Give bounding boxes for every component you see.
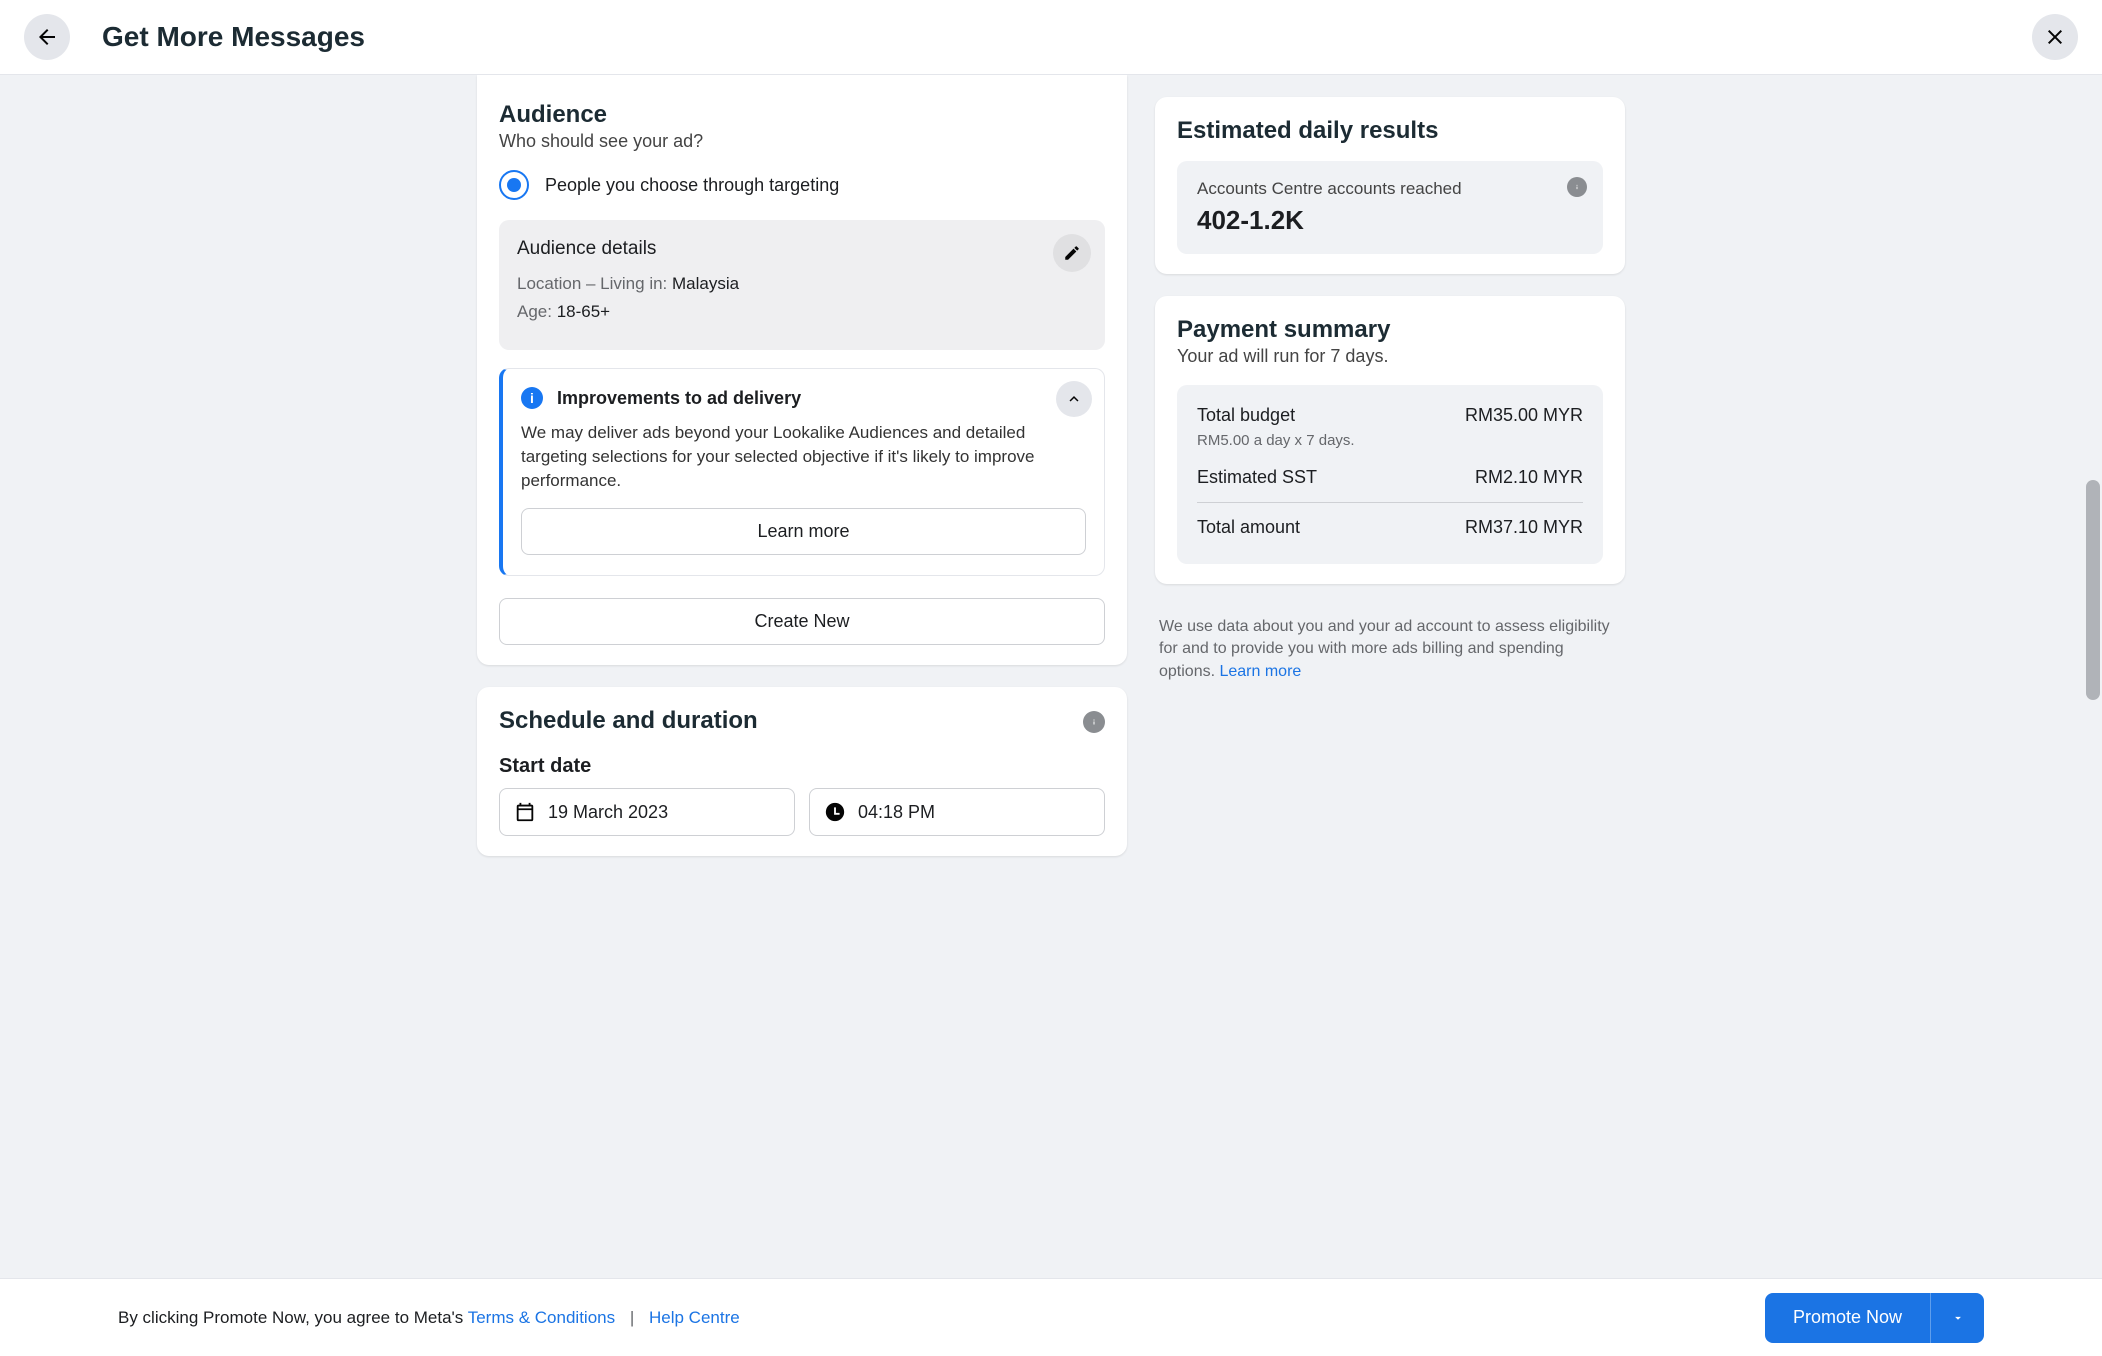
chevron-up-icon [1065, 390, 1083, 408]
pencil-icon [1063, 244, 1081, 262]
content-area: Audience Who should see your ad? People … [0, 75, 2102, 1278]
sst-label: Estimated SST [1197, 467, 1317, 488]
payment-summary-card: Payment summary Your ad will run for 7 d… [1155, 296, 1625, 584]
promote-now-button[interactable]: Promote Now [1765, 1293, 1930, 1343]
disclaimer-learn-more-link[interactable]: Learn more [1219, 663, 1301, 680]
close-button[interactable] [2032, 14, 2078, 60]
modal-footer: By clicking Promote Now, you agree to Me… [0, 1278, 2102, 1356]
estimated-metric-box: Accounts Centre accounts reached 402-1.2… [1177, 161, 1603, 254]
back-button[interactable] [24, 14, 70, 60]
radio-selected-icon [499, 170, 529, 200]
schedule-title: Schedule and duration [499, 707, 758, 735]
estimated-results-card: Estimated daily results Accounts Centre … [1155, 97, 1625, 274]
estimated-metric-label: Accounts Centre accounts reached [1197, 179, 1583, 199]
delivery-info-body: We may deliver ads beyond your Lookalike… [521, 421, 1086, 492]
start-time-value: 04:18 PM [858, 802, 935, 823]
audience-age: Age: 18-65+ [517, 302, 1087, 322]
estimated-title: Estimated daily results [1177, 117, 1603, 145]
audience-details-box: Audience details Location – Living in: M… [499, 220, 1105, 350]
start-date-value: 19 March 2023 [548, 802, 668, 823]
audience-title: Audience [499, 101, 1105, 129]
budget-label: Total budget [1197, 405, 1295, 426]
modal-header: Get More Messages [0, 0, 2102, 75]
audience-subtitle: Who should see your ad? [499, 131, 1105, 152]
caret-down-icon [1951, 1311, 1965, 1325]
radio-label: People you choose through targeting [545, 175, 839, 196]
info-icon [1088, 716, 1100, 728]
create-new-button[interactable]: Create New [499, 598, 1105, 645]
learn-more-button[interactable]: Learn more [521, 508, 1086, 555]
schedule-info-button[interactable] [1083, 711, 1105, 733]
billing-disclaimer: We use data about you and your ad accoun… [1155, 606, 1625, 693]
promote-dropdown-button[interactable] [1930, 1293, 1984, 1343]
help-centre-link[interactable]: Help Centre [649, 1308, 740, 1327]
close-icon [2043, 25, 2067, 49]
arrow-left-icon [35, 25, 59, 49]
collapse-button[interactable] [1056, 381, 1092, 417]
edit-audience-button[interactable] [1053, 234, 1091, 272]
audience-details-title: Audience details [517, 238, 1087, 260]
audience-card: Audience Who should see your ad? People … [477, 75, 1127, 665]
info-icon [1572, 182, 1582, 192]
payment-breakdown: Total budget RM35.00 MYR RM5.00 a day x … [1177, 385, 1603, 564]
clock-icon [824, 801, 846, 823]
calendar-icon [514, 801, 536, 823]
delivery-info-title: Improvements to ad delivery [557, 388, 801, 409]
start-date-label: Start date [499, 755, 1105, 778]
sst-value: RM2.10 MYR [1475, 467, 1583, 488]
footer-agreement-text: By clicking Promote Now, you agree to Me… [118, 1308, 740, 1328]
start-time-input[interactable]: 04:18 PM [809, 788, 1105, 836]
estimated-info-button[interactable] [1567, 177, 1587, 197]
page-title: Get More Messages [102, 21, 365, 53]
separator: | [630, 1308, 634, 1327]
start-date-input[interactable]: 19 March 2023 [499, 788, 795, 836]
payment-title: Payment summary [1177, 316, 1603, 344]
terms-link[interactable]: Terms & Conditions [468, 1308, 615, 1327]
budget-sub: RM5.00 a day x 7 days. [1197, 432, 1583, 449]
total-label: Total amount [1197, 517, 1300, 538]
estimated-metric-value: 402-1.2K [1197, 205, 1583, 236]
audience-radio-option[interactable]: People you choose through targeting [499, 170, 1105, 200]
divider [1197, 502, 1583, 503]
total-value: RM37.10 MYR [1465, 517, 1583, 538]
schedule-card: Schedule and duration Start date 19 Marc… [477, 687, 1127, 856]
audience-location: Location – Living in: Malaysia [517, 274, 1087, 294]
budget-value: RM35.00 MYR [1465, 405, 1583, 426]
payment-subtitle: Your ad will run for 7 days. [1177, 346, 1603, 367]
scrollbar-thumb[interactable] [2086, 480, 2100, 700]
info-icon: i [521, 387, 543, 409]
promote-button-group: Promote Now [1765, 1293, 1984, 1343]
delivery-info-panel: i Improvements to ad delivery We may del… [499, 368, 1105, 576]
